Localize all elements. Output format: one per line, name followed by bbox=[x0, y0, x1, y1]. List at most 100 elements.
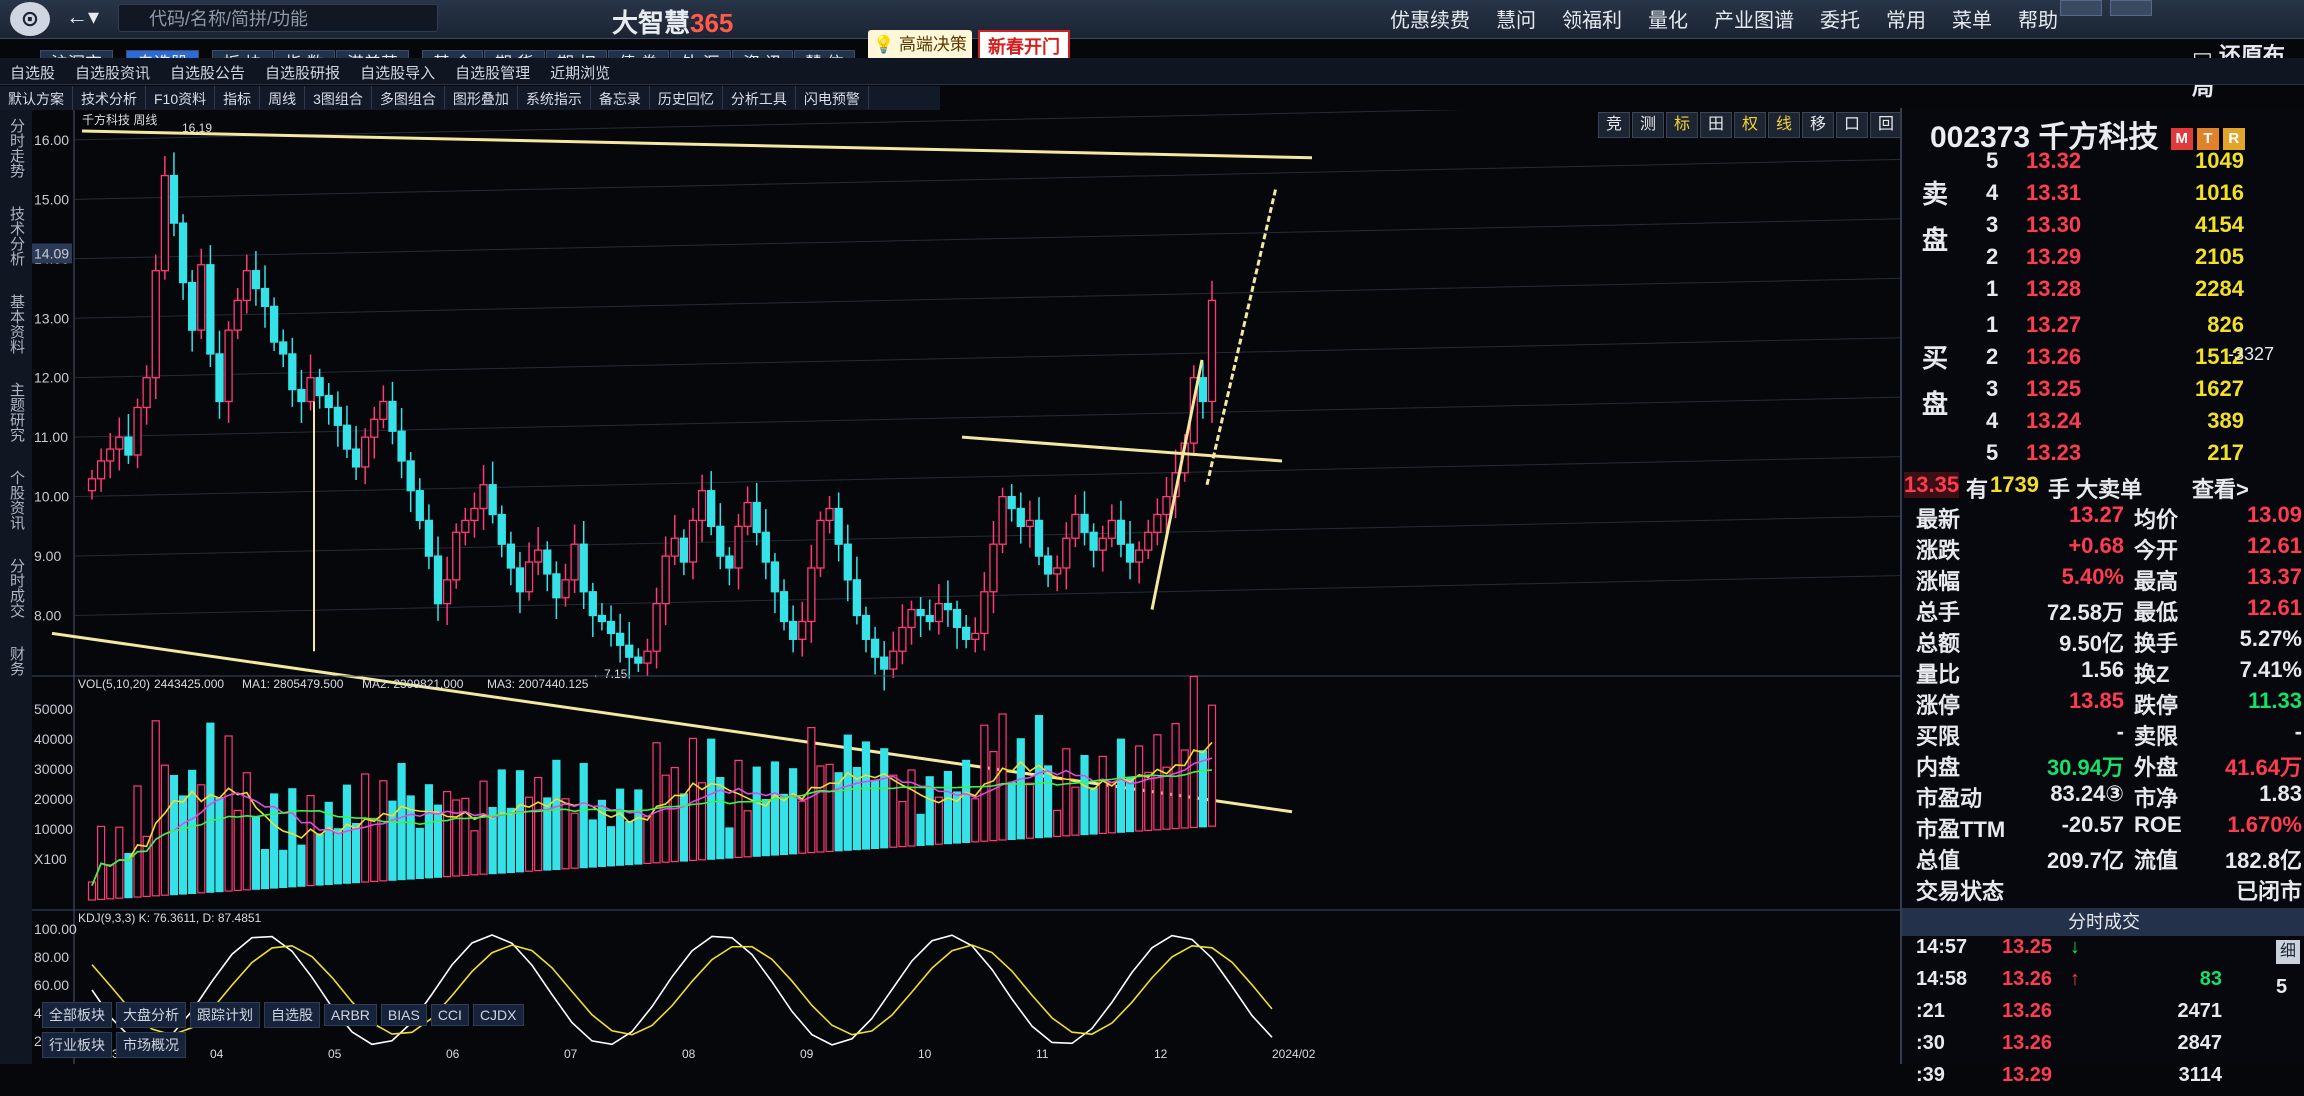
watchlist-subtab[interactable]: 近期浏览 bbox=[540, 58, 620, 83]
orderbook-row[interactable]: 3 13.30 4154 bbox=[1902, 212, 2304, 244]
chart-tool-button[interactable]: 线 bbox=[1768, 112, 1800, 138]
kline-chart[interactable]: 16.0015.0014.0013.0012.0011.0010.009.008… bbox=[32, 110, 1922, 1064]
bottom-tab[interactable]: ARBR bbox=[324, 1004, 377, 1026]
watchlist-subtab[interactable]: 自选股资讯 bbox=[65, 58, 160, 83]
chart-tool-button[interactable]: 田 bbox=[1700, 112, 1732, 138]
watchlist-subtab[interactable]: 自选股 bbox=[0, 58, 65, 83]
tick-trade-row[interactable]: :39 13.29 3114 bbox=[1902, 1064, 2304, 1096]
bottom-tab[interactable]: 全部板块 bbox=[42, 1002, 112, 1028]
bottom-tab[interactable]: 市场概况 bbox=[116, 1032, 186, 1058]
volume-bar bbox=[206, 722, 215, 893]
orderbook-row[interactable]: 5 13.23 217 bbox=[1902, 440, 2304, 472]
orderbook-row[interactable]: 1 13.27 826 bbox=[1902, 312, 2304, 344]
toolbar-button[interactable]: 备忘录 bbox=[591, 86, 650, 109]
orderbook-row[interactable]: 4 13.24 389 bbox=[1902, 408, 2304, 440]
candle-body bbox=[552, 573, 561, 599]
volume-bar bbox=[843, 734, 852, 851]
toolbar-button[interactable]: 周线 bbox=[260, 86, 306, 109]
bottom-tab[interactable]: CJDX bbox=[472, 1004, 524, 1026]
candle-body bbox=[825, 507, 834, 522]
top-menu-item[interactable]: 菜单 bbox=[1952, 10, 1992, 32]
chart-tool-button[interactable]: 回 bbox=[1870, 112, 1902, 138]
stock-tag-icon[interactable]: T bbox=[2196, 128, 2219, 151]
toolbar-button[interactable]: 分析工具 bbox=[723, 86, 796, 109]
chart-tool-button[interactable]: 移 bbox=[1802, 112, 1834, 138]
volume-bar bbox=[424, 784, 434, 879]
toolbar-button[interactable]: 默认方案 bbox=[0, 86, 73, 109]
top-menu-item[interactable]: 常用 bbox=[1886, 10, 1926, 32]
top-menu-item[interactable]: 帮助 bbox=[2018, 10, 2058, 32]
tick-trade-row[interactable]: 14:58 13.26 ↑ 83 bbox=[1902, 968, 2304, 1000]
chart-tool-button[interactable]: 权 bbox=[1734, 112, 1766, 138]
candle-body bbox=[388, 400, 397, 432]
candle-body bbox=[998, 495, 1007, 545]
view-big-order-link[interactable]: 查看> bbox=[2192, 472, 2249, 504]
bottom-tab[interactable]: CCI bbox=[430, 1004, 469, 1026]
minimize-button[interactable] bbox=[2060, 0, 2102, 16]
watchlist-subtab[interactable]: 自选股研报 bbox=[255, 58, 350, 83]
hot-decision-button[interactable]: 💡 高端决策 bbox=[868, 30, 972, 60]
left-strip-item[interactable]: 基本资料 bbox=[6, 294, 27, 374]
top-menu-item[interactable]: 领福利 bbox=[1562, 10, 1622, 32]
top-menu-item[interactable]: 产业图谱 bbox=[1714, 10, 1794, 32]
left-strip-item[interactable]: 分时走势 bbox=[6, 118, 27, 198]
bottom-tab[interactable]: 跟踪计划 bbox=[190, 1002, 260, 1028]
toolbar-button[interactable]: 图形叠加 bbox=[445, 86, 518, 109]
stat-row: 涨停 13.85 跌停 11.33 bbox=[1916, 688, 2302, 718]
bottom-tab[interactable]: 行业板块 bbox=[42, 1032, 112, 1058]
orderbook-row[interactable]: 1 13.28 2284 bbox=[1902, 276, 2304, 308]
candle-body bbox=[752, 501, 761, 533]
watchlist-subtab[interactable]: 自选股管理 bbox=[445, 58, 540, 83]
volume-bar bbox=[606, 826, 616, 867]
candle-body bbox=[115, 436, 124, 450]
chart-tool-button[interactable]: 标 bbox=[1666, 112, 1698, 138]
bottom-tab[interactable]: 自选股 bbox=[264, 1002, 320, 1028]
tick-trade-row[interactable]: :30 13.26 2847 bbox=[1902, 1032, 2304, 1064]
top-menu-item[interactable]: 委托 bbox=[1820, 10, 1860, 32]
orderbook-row[interactable]: 2 13.29 2105 bbox=[1902, 244, 2304, 276]
left-strip-item[interactable]: 分时成交 bbox=[6, 558, 27, 638]
vol-tick-label: 40000 bbox=[34, 731, 73, 747]
orderbook-row[interactable]: 3 13.25 1627 bbox=[1902, 376, 2304, 408]
bottom-tab[interactable]: 大盘分析 bbox=[116, 1002, 186, 1028]
chart-tool-button[interactable]: 测 bbox=[1632, 112, 1664, 138]
toolbar-button[interactable]: 历史回忆 bbox=[650, 86, 723, 109]
chart-tool-button[interactable]: 竞 bbox=[1598, 112, 1630, 138]
stock-tag-icon[interactable]: M bbox=[2170, 128, 2193, 151]
chart-tool-button[interactable]: 口 bbox=[1836, 112, 1868, 138]
top-menu-item[interactable]: 量化 bbox=[1648, 10, 1688, 32]
stock-tag-icon[interactable]: R bbox=[2222, 128, 2245, 151]
volume-bar bbox=[133, 785, 142, 898]
left-strip-item[interactable]: 个股资讯 bbox=[6, 470, 27, 550]
candle-body bbox=[588, 591, 597, 617]
tick-trade-row[interactable]: :21 13.26 2471 bbox=[1902, 1000, 2304, 1032]
candle-body bbox=[971, 632, 980, 640]
toolbar-button[interactable]: 技术分析 bbox=[73, 86, 146, 109]
orderbook-row[interactable]: 4 13.31 1016 bbox=[1902, 180, 2304, 212]
orderbook-row[interactable]: 5 13.32 1049 bbox=[1902, 148, 2304, 180]
tick-trade-row[interactable]: 14:57 13.25 ↓ bbox=[1902, 936, 2304, 968]
volume-bar bbox=[1025, 782, 1034, 839]
top-menu-item[interactable]: 优惠续费 bbox=[1390, 10, 1470, 32]
candle-body bbox=[870, 638, 880, 658]
maximize-button[interactable] bbox=[2110, 0, 2152, 16]
toolbar-button[interactable]: F10资料 bbox=[146, 86, 216, 109]
toolbar-button[interactable]: 系统指示 bbox=[518, 86, 591, 109]
kline-chart-svg[interactable]: 16.0015.0014.0013.0012.0011.0010.009.008… bbox=[32, 110, 1902, 1064]
bottom-tab[interactable]: BIAS bbox=[380, 1004, 427, 1026]
candle-body bbox=[761, 531, 770, 563]
top-menu-item[interactable]: 慧问 bbox=[1496, 10, 1536, 32]
watchlist-subtab[interactable]: 自选股公告 bbox=[160, 58, 255, 83]
toolbar-button[interactable]: 闪电预警 bbox=[796, 86, 869, 109]
left-strip-item[interactable]: 技术分析 bbox=[6, 206, 27, 286]
new-year-banner-button[interactable]: 新春开门红 bbox=[978, 30, 1070, 87]
toolbar-button[interactable]: 3图组合 bbox=[305, 86, 372, 109]
left-strip-item[interactable]: 主题研究 bbox=[6, 382, 27, 462]
toolbar-button[interactable]: 指标 bbox=[215, 86, 261, 109]
candle-body bbox=[1207, 299, 1217, 403]
left-strip-item[interactable]: 财务 bbox=[6, 646, 27, 726]
toolbar-button[interactable]: 多图组合 bbox=[372, 86, 445, 109]
volume-bar bbox=[315, 833, 324, 886]
candle-body bbox=[788, 620, 798, 640]
watchlist-subtab[interactable]: 自选股导入 bbox=[350, 58, 445, 83]
